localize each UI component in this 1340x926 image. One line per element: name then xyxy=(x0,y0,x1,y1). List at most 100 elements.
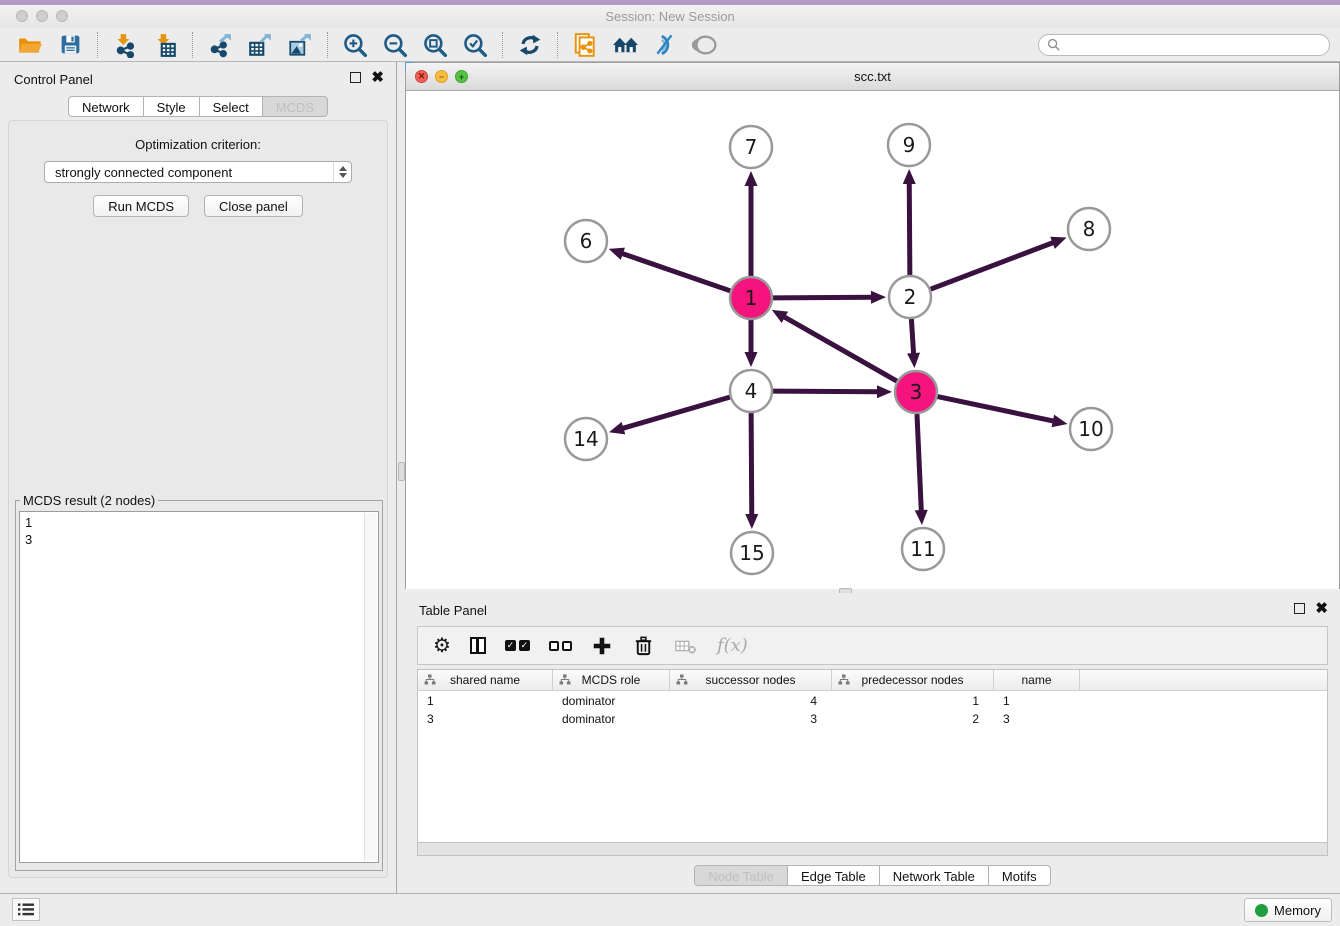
mcds-result-list[interactable]: 13 xyxy=(19,511,379,863)
zoom-in-icon xyxy=(342,32,368,58)
result-scrollbar[interactable] xyxy=(364,513,377,861)
tab-network-table[interactable]: Network Table xyxy=(880,865,989,886)
apply-function-button[interactable]: f(x) xyxy=(717,631,748,661)
export-image-button[interactable] xyxy=(280,30,320,60)
edge-1-2[interactable] xyxy=(773,297,873,298)
table-row[interactable]: 3dominator323 xyxy=(418,711,1327,727)
add-column-button[interactable] xyxy=(591,631,613,661)
toolbar-divider xyxy=(557,32,558,58)
column-header-name[interactable]: name xyxy=(994,670,1080,690)
memory-label: Memory xyxy=(1274,903,1321,918)
refresh-layout-button[interactable] xyxy=(510,30,550,60)
edge-3-10[interactable] xyxy=(938,397,1055,422)
column-header-mcds-role[interactable]: MCDS role xyxy=(553,670,670,690)
node-label: 4 xyxy=(745,379,758,403)
tab-motifs[interactable]: Motifs xyxy=(989,865,1051,886)
node-label: 2 xyxy=(904,285,917,309)
export-image-icon xyxy=(287,32,313,58)
table-panel: Table Panel ✖ ⚙ ✓✓ xyxy=(405,593,1340,893)
tab-edge-table[interactable]: Edge Table xyxy=(788,865,880,886)
export-network-button[interactable] xyxy=(200,30,240,60)
edge-3-1[interactable] xyxy=(783,316,897,381)
table-row[interactable]: 1dominator411 xyxy=(418,693,1327,709)
toolbar-divider xyxy=(502,32,503,58)
float-panel-icon[interactable] xyxy=(350,72,361,83)
edge-4-3[interactable] xyxy=(773,391,879,392)
run-mcds-button[interactable]: Run MCDS xyxy=(93,195,189,217)
import-table-button[interactable] xyxy=(145,30,185,60)
zoom-fit-button[interactable] xyxy=(415,30,455,60)
table-cell: 3 xyxy=(670,712,832,726)
edge-2-8[interactable] xyxy=(931,242,1055,289)
maximize-network-icon[interactable]: + xyxy=(455,70,468,83)
zoom-out-button[interactable] xyxy=(375,30,415,60)
arrowhead-icon xyxy=(877,385,892,398)
vertical-splitter-handle[interactable] xyxy=(398,462,405,481)
close-panel-icon[interactable]: ✖ xyxy=(371,72,384,83)
zoom-selected-button[interactable] xyxy=(455,30,495,60)
stepper-arrows-icon xyxy=(333,162,351,182)
table-cell: 1 xyxy=(994,694,1080,708)
close-table-panel-icon[interactable]: ✖ xyxy=(1315,603,1328,614)
edge-2-3[interactable] xyxy=(911,319,913,355)
table-settings-button[interactable]: ⚙ xyxy=(433,631,451,661)
network-window-titlebar[interactable]: ✕ − + scc.txt xyxy=(406,63,1339,91)
toolbar-divider xyxy=(192,32,193,58)
document-network-button[interactable] xyxy=(565,30,605,60)
save-session-button[interactable] xyxy=(50,30,90,60)
control-panel-tabs: NetworkStyleSelectMCDS xyxy=(0,96,396,117)
float-table-panel-icon[interactable] xyxy=(1294,603,1305,614)
column-header-shared-name[interactable]: shared name xyxy=(418,670,553,690)
deselect-all-columns-button[interactable] xyxy=(549,631,572,661)
mcds-result-title: MCDS result (2 nodes) xyxy=(20,493,158,508)
minimize-network-icon[interactable]: − xyxy=(435,70,448,83)
export-network-icon xyxy=(207,32,233,58)
task-history-button[interactable] xyxy=(12,898,40,921)
zoom-out-icon xyxy=(382,32,408,58)
edge-2-9[interactable] xyxy=(909,182,910,275)
table-cell: 2 xyxy=(832,712,994,726)
delete-table-button[interactable] xyxy=(674,631,698,661)
tab-network[interactable]: Network xyxy=(68,96,144,117)
table-panel-title: Table Panel xyxy=(419,603,487,618)
hide-details-button[interactable] xyxy=(645,30,685,60)
mcds-tab-content: Optimization criterion: strongly connect… xyxy=(8,120,388,878)
result-line: 3 xyxy=(25,531,373,548)
column-label: successor nodes xyxy=(705,673,795,687)
close-network-icon[interactable]: ✕ xyxy=(415,70,428,83)
zoom-in-button[interactable] xyxy=(335,30,375,60)
open-folder-button[interactable] xyxy=(10,30,50,60)
homes-button[interactable] xyxy=(605,30,645,60)
list-icon xyxy=(18,903,34,916)
import-network-button[interactable] xyxy=(105,30,145,60)
search-input[interactable] xyxy=(1066,37,1321,53)
delete-column-button[interactable] xyxy=(632,631,655,661)
network-graph[interactable]: 7968124314101511 xyxy=(406,91,1339,588)
column-header-predecessor-nodes[interactable]: predecessor nodes xyxy=(832,670,994,690)
table-hscrollbar[interactable] xyxy=(417,843,1328,856)
tab-node-table[interactable]: Node Table xyxy=(694,865,788,886)
tab-style[interactable]: Style xyxy=(144,96,200,117)
arrowhead-icon xyxy=(745,352,758,367)
edge-4-15[interactable] xyxy=(751,413,752,516)
memory-button[interactable]: Memory xyxy=(1244,898,1332,922)
column-header-successor-nodes[interactable]: successor nodes xyxy=(670,670,832,690)
tab-mcds[interactable]: MCDS xyxy=(263,96,328,117)
export-table-button[interactable] xyxy=(240,30,280,60)
edge-3-11[interactable] xyxy=(917,414,921,512)
close-panel-button[interactable]: Close panel xyxy=(204,195,303,217)
select-all-columns-button[interactable]: ✓✓ xyxy=(505,631,530,661)
optimization-criterion-select[interactable]: strongly connected component xyxy=(44,161,352,183)
window-title: Session: New Session xyxy=(0,9,1340,24)
eye-button[interactable] xyxy=(685,30,725,60)
arrowhead-icon xyxy=(745,171,758,186)
network-canvas[interactable]: 7968124314101511 xyxy=(406,91,1339,589)
search-box[interactable] xyxy=(1038,34,1330,56)
shared-column-icon xyxy=(676,674,688,686)
edge-1-6[interactable] xyxy=(621,253,730,291)
node-table[interactable]: shared nameMCDS role successor nodes prede… xyxy=(417,669,1328,843)
edge-4-14[interactable] xyxy=(622,397,730,429)
tab-select[interactable]: Select xyxy=(200,96,263,117)
show-columns-button[interactable] xyxy=(470,631,486,661)
control-panel: Control Panel ✖ NetworkStyleSelectMCDS O… xyxy=(0,62,397,893)
